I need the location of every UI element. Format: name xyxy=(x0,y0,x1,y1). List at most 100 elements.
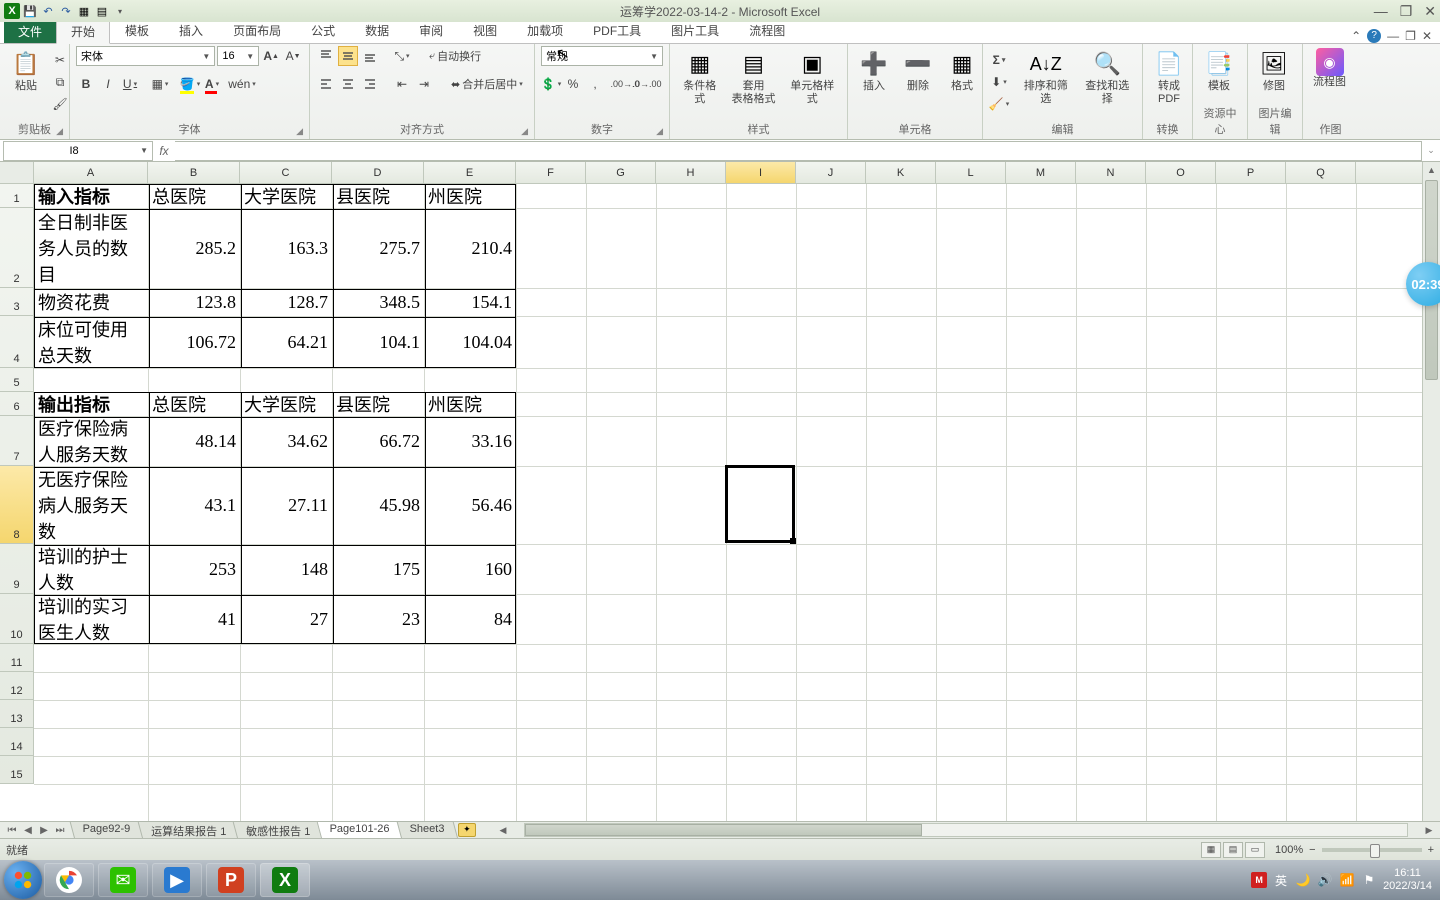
column-header[interactable]: O xyxy=(1146,162,1216,183)
save-icon[interactable]: 💾 xyxy=(22,3,38,19)
cell[interactable]: 34.62 xyxy=(240,416,332,466)
column-header[interactable]: Q xyxy=(1286,162,1356,183)
italic-button[interactable]: I xyxy=(98,74,118,94)
cell[interactable]: 床位可使用总天数 xyxy=(34,316,148,368)
phonetic-button[interactable]: wén xyxy=(232,74,252,94)
row-header[interactable]: 12 xyxy=(0,672,34,700)
row-header[interactable]: 8 xyxy=(0,466,34,544)
qat-icon[interactable]: ▤ xyxy=(94,3,110,19)
table-format-button[interactable]: ▤套用 表格格式 xyxy=(728,46,780,108)
clear-icon[interactable]: 🧹 xyxy=(989,94,1009,114)
row-header[interactable]: 15 xyxy=(0,756,34,784)
cell[interactable]: 县医院 xyxy=(332,392,424,416)
format-cells-button[interactable]: ▦格式 xyxy=(942,46,982,95)
cell[interactable]: 总医院 xyxy=(148,392,240,416)
horizontal-scrollbar[interactable]: ◀ ▶ xyxy=(496,823,1436,837)
convert-pdf-button[interactable]: 📄转成 PDF xyxy=(1149,46,1189,108)
minimize-button[interactable]: — xyxy=(1374,3,1388,20)
row-header[interactable]: 4 xyxy=(0,316,34,368)
name-box[interactable]: I8▼ xyxy=(3,141,153,161)
cell[interactable]: 64.21 xyxy=(240,316,332,368)
sheet-tab[interactable]: Sheet3 xyxy=(397,821,459,840)
sort-filter-button[interactable]: A↓Z排序和筛选 xyxy=(1017,46,1075,108)
format-painter-icon[interactable]: 🖌 xyxy=(50,94,70,114)
font-color-button[interactable]: A xyxy=(202,74,222,94)
merge-center-button[interactable]: ⬌合并后居中 xyxy=(446,74,528,94)
redo-icon[interactable]: ↷ xyxy=(58,3,74,19)
cell[interactable]: 27.11 xyxy=(240,466,332,544)
close-button[interactable]: ✕ xyxy=(1424,3,1436,20)
tray-moon-icon[interactable]: 🌙 xyxy=(1295,872,1311,888)
taskbar-excel[interactable]: X xyxy=(260,863,310,897)
autosum-icon[interactable]: Σ xyxy=(989,50,1009,70)
align-left-icon[interactable] xyxy=(316,74,336,94)
cell[interactable]: 输入指标 xyxy=(34,184,148,208)
cell[interactable]: 41 xyxy=(148,594,240,644)
conditional-format-button[interactable]: ▦条件格式 xyxy=(676,46,724,108)
row-header[interactable]: 7 xyxy=(0,416,34,466)
sheet-tab[interactable]: Page92-9 xyxy=(69,821,144,840)
hscroll-right-icon[interactable]: ▶ xyxy=(1422,825,1436,836)
align-center-icon[interactable] xyxy=(338,74,358,94)
sheet-tab[interactable]: 敏感性报告 1 xyxy=(232,821,323,840)
cell[interactable]: 163.3 xyxy=(240,208,332,288)
cell[interactable]: 48.14 xyxy=(148,416,240,466)
cut-icon[interactable]: ✂ xyxy=(50,50,70,70)
zoom-in-icon[interactable]: + xyxy=(1428,844,1434,856)
expand-formula-bar-icon[interactable]: ⌄ xyxy=(1422,145,1440,156)
tray-ime-icon[interactable]: 英 xyxy=(1273,872,1289,888)
qat-icon[interactable]: ▦ xyxy=(76,3,92,19)
borders-button[interactable]: ▦ xyxy=(150,74,170,94)
undo-icon[interactable]: ↶ xyxy=(40,3,56,19)
cell[interactable]: 大学医院 xyxy=(240,184,332,208)
cell[interactable]: 66.72 xyxy=(332,416,424,466)
dialog-launcher-icon[interactable]: ◢ xyxy=(656,126,663,137)
cell[interactable]: 348.5 xyxy=(332,288,424,316)
cell[interactable]: 27 xyxy=(240,594,332,644)
dialog-launcher-icon[interactable]: ◢ xyxy=(56,126,63,137)
cell[interactable]: 输出指标 xyxy=(34,392,148,416)
font-name-combo[interactable]: 宋体▼ xyxy=(76,46,215,66)
cell[interactable]: 154.1 xyxy=(424,288,516,316)
flowchart-button[interactable]: ◉流程图 xyxy=(1309,46,1350,91)
row-header[interactable]: 2 xyxy=(0,208,34,288)
cell[interactable]: 物资花费 xyxy=(34,288,148,316)
cell[interactable]: 160 xyxy=(424,544,516,594)
cell[interactable]: 43.1 xyxy=(148,466,240,544)
cell[interactable]: 无医疗保险病人服务天数 xyxy=(34,466,148,544)
decrease-decimal-icon[interactable]: .0→.00 xyxy=(637,74,657,94)
fix-pic-button[interactable]: 🖼修图 xyxy=(1254,46,1294,95)
scroll-up-icon[interactable]: ▲ xyxy=(1423,162,1440,178)
row-header[interactable]: 10 xyxy=(0,594,34,644)
cell[interactable]: 128.7 xyxy=(240,288,332,316)
sheet-nav-last-icon[interactable]: ⏭ xyxy=(52,825,68,836)
column-header[interactable]: H xyxy=(656,162,726,183)
insert-cells-button[interactable]: ➕插入 xyxy=(854,46,894,95)
fx-icon[interactable]: fx xyxy=(153,144,175,158)
row-header[interactable]: 13 xyxy=(0,700,34,728)
cell-style-button[interactable]: ▣单元格样式 xyxy=(784,46,841,108)
column-header[interactable]: M xyxy=(1006,162,1076,183)
help-icon[interactable]: ? xyxy=(1367,29,1381,43)
dialog-launcher-icon[interactable]: ◢ xyxy=(521,126,528,137)
minimize-ribbon-icon[interactable]: ⌃ xyxy=(1351,29,1361,43)
taskbar-chrome[interactable] xyxy=(44,863,94,897)
cell[interactable]: 全日制非医务人员的数目 xyxy=(34,208,148,288)
normal-view-icon[interactable]: ▦ xyxy=(1201,842,1221,858)
column-header[interactable]: N xyxy=(1076,162,1146,183)
tab-home[interactable]: 开始 xyxy=(56,19,110,44)
dialog-launcher-icon[interactable]: ◢ xyxy=(296,126,303,137)
cells-grid[interactable]: 输入指标总医院大学医院县医院州医院全日制非医务人员的数目285.2163.327… xyxy=(34,184,1422,855)
cell[interactable]: 县医院 xyxy=(332,184,424,208)
cell[interactable]: 123.8 xyxy=(148,288,240,316)
increase-font-icon[interactable]: A▲ xyxy=(261,46,281,66)
column-header[interactable]: I xyxy=(726,162,796,183)
underline-button[interactable]: U xyxy=(120,74,140,94)
row-header[interactable]: 9 xyxy=(0,544,34,594)
taskbar-app1[interactable]: ▶ xyxy=(152,863,202,897)
cell[interactable]: 84 xyxy=(424,594,516,644)
cell[interactable]: 州医院 xyxy=(424,392,516,416)
accounting-format-icon[interactable]: 💲 xyxy=(541,74,561,94)
new-sheet-button[interactable]: ✦ xyxy=(458,823,476,837)
tab-file[interactable]: 文件 xyxy=(4,20,56,43)
